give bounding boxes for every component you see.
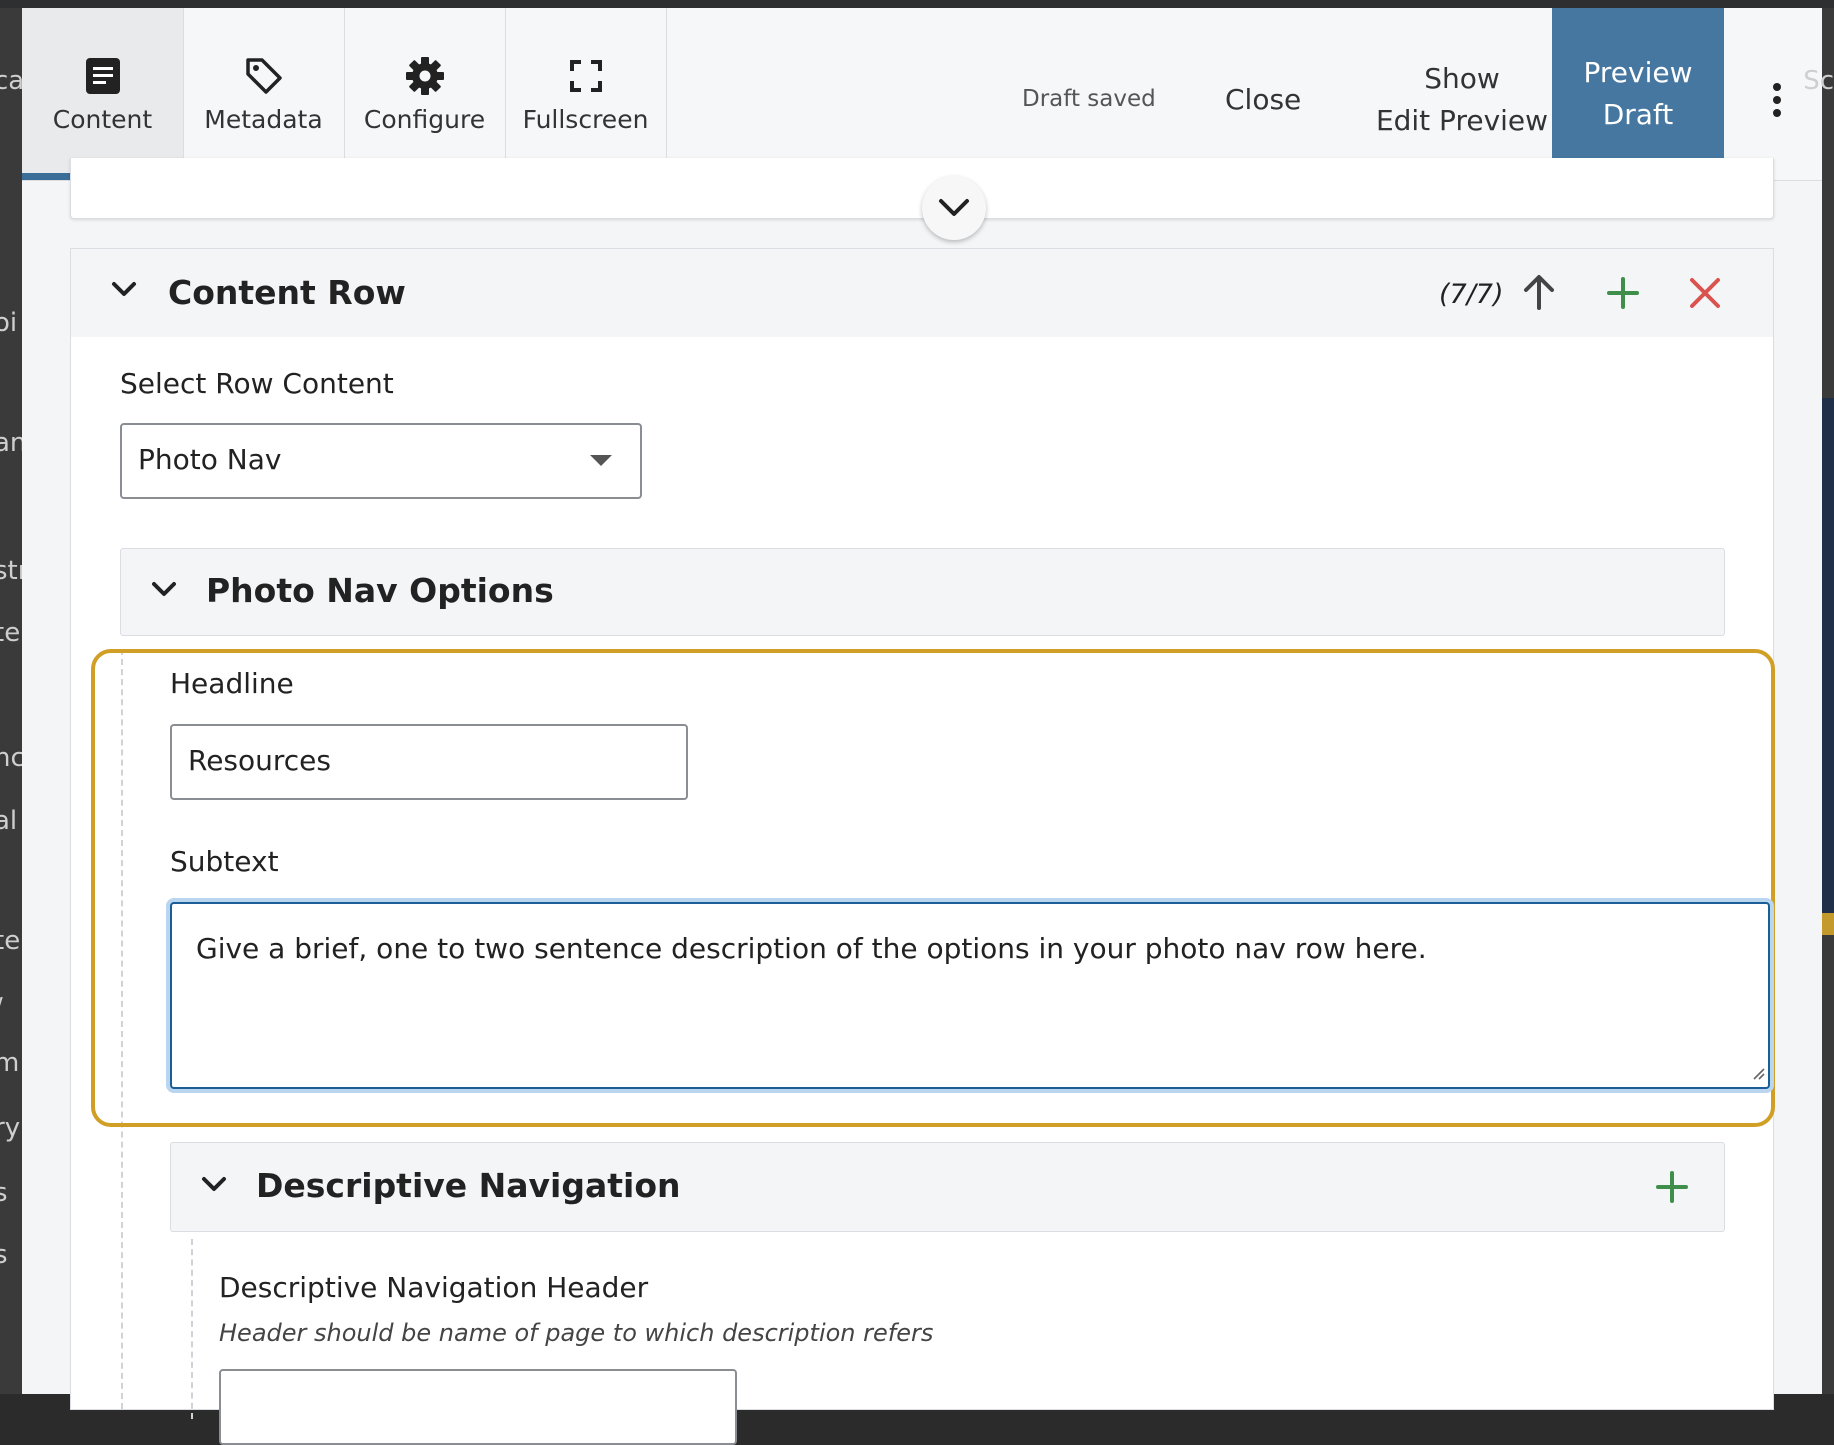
tag-icon — [244, 55, 284, 97]
bg-text-fragment: / — [0, 993, 3, 1023]
headline-input[interactable]: Resources — [170, 724, 688, 800]
descriptive-navigation-header-input[interactable] — [219, 1369, 737, 1445]
descriptive-navigation-header: Descriptive Navigation — [170, 1142, 1725, 1232]
editor-toolbar: Content Metadata Configure Fullscreen Dr… — [22, 8, 1822, 181]
button-label-line: Draft — [1602, 98, 1674, 131]
move-up-arrow-icon[interactable] — [1523, 274, 1555, 314]
descriptive-navigation-header-label: Descriptive Navigation Header — [219, 1271, 649, 1304]
tab-label: Configure — [363, 104, 486, 134]
bg-text-fragment: nc — [0, 743, 22, 773]
field-hint: Header should be name of page to which d… — [219, 1319, 934, 1347]
background-page-right — [1822, 8, 1834, 1394]
row-content-select[interactable]: Photo Nav — [120, 423, 642, 499]
bg-text-fragment: m — [0, 1048, 20, 1078]
content-row-title: Content Row — [168, 273, 406, 312]
select-value: Photo Nav — [138, 443, 282, 476]
editor-panel: Content Metadata Configure Fullscreen Dr… — [22, 8, 1834, 1445]
descriptive-navigation-title: Descriptive Navigation — [256, 1166, 681, 1205]
photo-nav-options-title: Photo Nav Options — [206, 571, 554, 610]
scroll-down-chevron-icon[interactable] — [922, 176, 986, 240]
resize-grip-icon[interactable] — [1750, 1065, 1766, 1085]
row-position-count: (7/7) — [1439, 279, 1504, 310]
subtext-textarea[interactable]: Give a brief, one to two sentence descri… — [170, 902, 1770, 1089]
button-label-line: Preview — [1583, 56, 1693, 89]
collapse-chevron-icon[interactable] — [111, 281, 137, 302]
textarea-value: Give a brief, one to two sentence descri… — [196, 932, 1427, 965]
gear-icon — [405, 55, 445, 97]
photo-nav-options-header: Photo Nav Options — [120, 548, 1725, 636]
tab-label: Fullscreen — [522, 104, 649, 134]
tab-fullscreen[interactable]: Fullscreen — [505, 8, 667, 180]
tab-content[interactable]: Content — [22, 8, 184, 180]
tab-label: Metadata — [204, 104, 323, 134]
bg-text-fragment: ca — [0, 66, 22, 96]
preview-draft-button[interactable]: Preview Draft — [1552, 8, 1724, 180]
background-page-left: ca oi an str te nc al te / m ry s s — [0, 8, 22, 1394]
input-value: Resources — [188, 744, 331, 777]
bg-text-fragment: te — [0, 926, 21, 956]
content-row-card: Content Row (7/7) Select Row Content Pho… — [70, 248, 1775, 1445]
select-row-content-label: Select Row Content — [120, 367, 394, 400]
show-edit-preview-button[interactable]: Show Edit Preview — [1362, 58, 1562, 142]
tab-label: Content — [52, 104, 153, 134]
button-label-line: Edit Preview — [1375, 104, 1549, 137]
subtext-label: Subtext — [170, 845, 279, 878]
close-button[interactable]: Close — [1225, 83, 1301, 116]
document-icon — [85, 55, 121, 97]
add-plus-icon[interactable] — [1656, 1171, 1688, 1207]
add-plus-icon[interactable] — [1607, 277, 1639, 313]
window-top-strip — [0, 0, 1834, 8]
bg-blue-block — [1822, 398, 1834, 918]
fullscreen-icon — [569, 55, 602, 97]
bg-text-fragment: al — [0, 806, 18, 836]
bg-text-fragment: s — [0, 1178, 8, 1208]
bg-text-fragment: oi — [0, 308, 18, 338]
tab-metadata[interactable]: Metadata — [183, 8, 345, 180]
bg-gold-block — [1822, 913, 1834, 935]
more-options-icon[interactable] — [1772, 82, 1782, 122]
draft-status: Draft saved — [1022, 86, 1156, 112]
remove-close-icon[interactable] — [1689, 277, 1721, 313]
bg-text-fragment: Sc — [1803, 66, 1834, 96]
bg-text-fragment: s — [0, 1240, 8, 1270]
bg-text-fragment: an — [0, 428, 22, 458]
tab-configure[interactable]: Configure — [344, 8, 506, 180]
bg-text-fragment: ry — [0, 1113, 21, 1143]
button-label-line: Show — [1424, 62, 1500, 95]
headline-label: Headline — [170, 667, 294, 700]
bg-text-fragment: te — [0, 618, 21, 648]
nesting-guide-line — [191, 1239, 193, 1419]
collapse-chevron-icon[interactable] — [201, 1176, 227, 1197]
content-row-header: Content Row (7/7) — [71, 249, 1773, 337]
dropdown-caret-icon — [590, 455, 612, 466]
collapse-chevron-icon[interactable] — [151, 581, 177, 602]
bg-text-fragment: str — [0, 556, 22, 586]
